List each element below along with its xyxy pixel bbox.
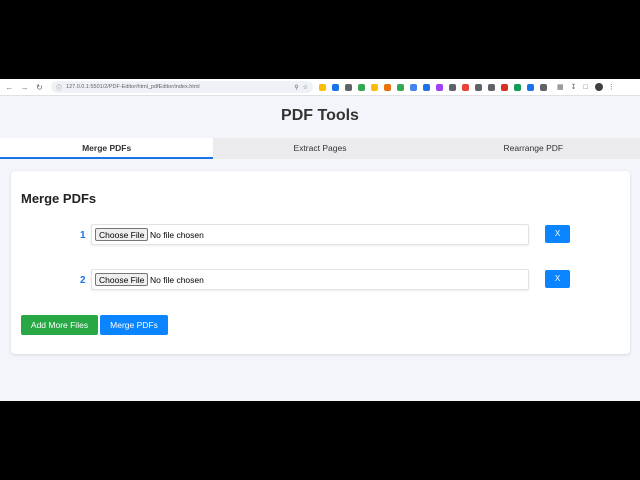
site-info-icon[interactable]: ⓘ: [56, 83, 62, 92]
file-status-text: No file chosen: [150, 230, 204, 240]
extension-icon[interactable]: [410, 83, 417, 91]
section-heading: Merge PDFs: [21, 191, 97, 206]
menu-kebab-icon[interactable]: ⋮: [608, 83, 615, 91]
extensions-puzzle-icon[interactable]: ▦: [557, 83, 564, 91]
file-row-number: 2: [80, 275, 86, 286]
download-icon[interactable]: ↧: [571, 83, 577, 91]
merge-pdfs-button[interactable]: Merge PDFs: [100, 315, 168, 335]
extension-icon[interactable]: [475, 83, 482, 91]
browser-viewport: ← → ↻ ⓘ 127.0.0.1:5501/2/PDF-Editor/html…: [0, 79, 640, 401]
file-row: 2 Choose File No file chosen X: [75, 267, 571, 297]
extension-icon[interactable]: [345, 83, 352, 91]
merge-panel: Merge PDFs 1 Choose File No file chosen …: [11, 171, 630, 354]
tab-extract-pages[interactable]: Extract Pages: [213, 138, 426, 159]
choose-file-button[interactable]: Choose File: [95, 273, 149, 286]
sidebar-icon[interactable]: □: [584, 84, 588, 91]
profile-avatar[interactable]: [594, 83, 603, 91]
file-input[interactable]: Choose File No file chosen: [91, 269, 529, 290]
extension-icon[interactable]: [358, 83, 365, 91]
forward-arrow-icon[interactable]: →: [19, 82, 30, 93]
extensions-bar: [319, 83, 553, 91]
remove-file-button[interactable]: X: [545, 270, 570, 288]
file-row-number: 1: [80, 230, 86, 241]
reload-icon[interactable]: ↻: [34, 82, 45, 93]
extension-icon[interactable]: [319, 83, 326, 91]
add-more-files-button[interactable]: Add More Files: [21, 315, 98, 335]
extension-icon[interactable]: [384, 83, 391, 91]
extension-icon[interactable]: [514, 83, 521, 91]
extension-icon[interactable]: [501, 83, 508, 91]
extension-icon[interactable]: [397, 83, 404, 91]
file-input[interactable]: Choose File No file chosen: [91, 224, 529, 245]
file-row: 1 Choose File No file chosen X: [75, 222, 571, 252]
bookmark-star-icon[interactable]: ☆: [303, 84, 308, 91]
address-bar[interactable]: ⓘ 127.0.0.1:5501/2/PDF-Editor/html_pdfEd…: [51, 81, 313, 93]
extension-icon[interactable]: [449, 83, 456, 91]
remove-file-button[interactable]: X: [545, 225, 570, 243]
choose-file-button[interactable]: Choose File: [95, 228, 149, 241]
extension-icon[interactable]: [332, 83, 339, 91]
url-text: 127.0.0.1:5501/2/PDF-Editor/html_pdfEdit…: [66, 84, 200, 90]
tab-merge-pdfs[interactable]: Merge PDFs: [0, 138, 214, 159]
zoom-icon[interactable]: ⚲: [294, 84, 298, 91]
page-title: PDF Tools: [281, 107, 359, 124]
file-status-text: No file chosen: [150, 275, 204, 285]
extension-icon[interactable]: [371, 83, 378, 91]
extension-icon[interactable]: [462, 83, 469, 91]
browser-toolbar: ← → ↻ ⓘ 127.0.0.1:5501/2/PDF-Editor/html…: [0, 79, 640, 96]
tab-bar: Merge PDFs Extract Pages Rearrange PDF: [0, 138, 640, 159]
extension-icon[interactable]: [540, 83, 547, 91]
back-arrow-icon[interactable]: ←: [4, 82, 15, 93]
extension-icon[interactable]: [488, 83, 495, 91]
tab-rearrange-pdf[interactable]: Rearrange PDF: [427, 138, 640, 159]
extension-icon[interactable]: [423, 83, 430, 91]
extension-icon[interactable]: [527, 83, 534, 91]
extension-icon[interactable]: [436, 83, 443, 91]
toolbar-right-icons: ▦ ↧ □ ⋮: [557, 83, 615, 91]
